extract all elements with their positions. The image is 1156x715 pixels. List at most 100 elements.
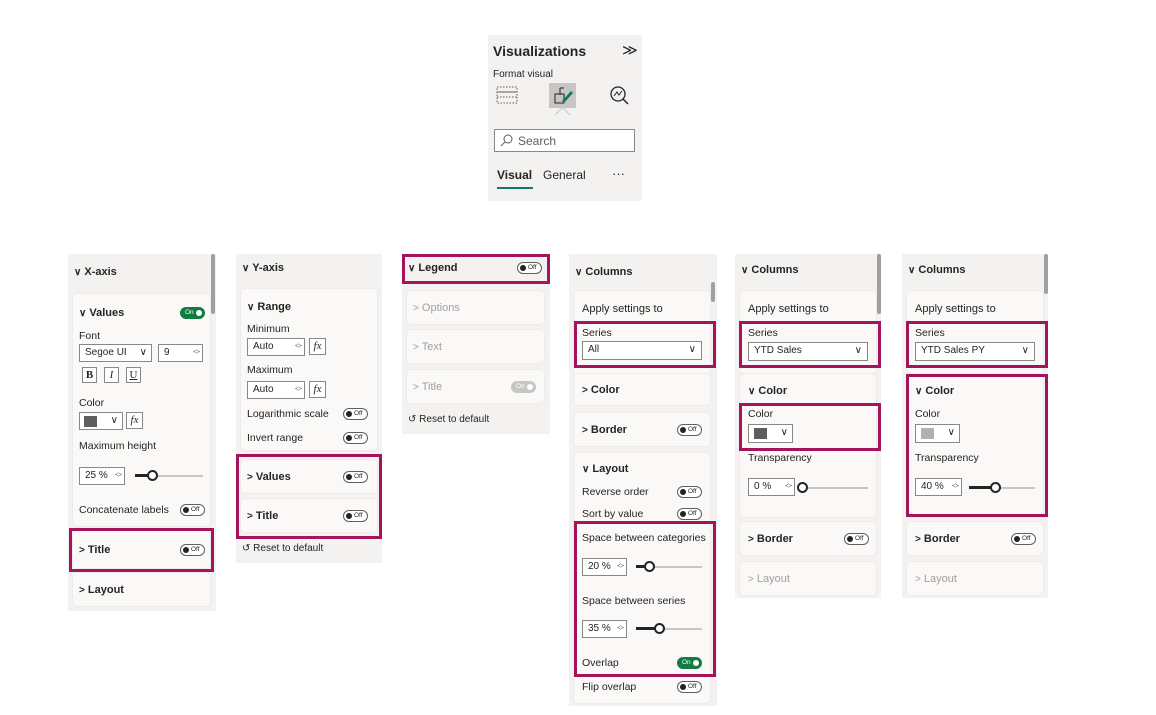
border-toggle[interactable]: Off xyxy=(677,424,702,436)
scrollbar[interactable] xyxy=(711,282,715,302)
log-scale-toggle[interactable]: Off xyxy=(343,408,368,420)
x-axis-header[interactable]: ∨ X-axis xyxy=(74,266,117,278)
transparency-label: Transparency xyxy=(748,452,812,464)
font-size-value: 9 xyxy=(164,347,170,358)
layout-card[interactable]: > Layout xyxy=(907,562,1043,595)
layout-card[interactable]: > Layout xyxy=(73,573,210,606)
font-size-stepper[interactable]: 9 ︿ ﹀ xyxy=(158,344,203,362)
border-card[interactable]: > Border Off xyxy=(574,413,710,446)
chevron-down-icon: ∨ xyxy=(748,386,756,397)
reset-to-default-link[interactable]: ↺ Reset to default xyxy=(242,543,323,554)
max-height-slider-thumb[interactable] xyxy=(147,470,158,481)
border-card[interactable]: > Border Off xyxy=(907,522,1043,555)
format-paintbrush-icon[interactable] xyxy=(549,83,576,108)
maximum-value: Auto xyxy=(253,384,274,395)
columns-header[interactable]: ∨ Columns xyxy=(908,264,965,276)
format-visual-label: Format visual xyxy=(493,69,554,80)
series-dropdown[interactable]: All ∨ xyxy=(582,341,702,360)
columns-header[interactable]: ∨ Columns xyxy=(741,264,798,276)
more-options-button[interactable]: ··· xyxy=(612,166,625,181)
chevron-right-icon: > xyxy=(582,425,588,436)
chevron-down-icon: ∨ xyxy=(688,344,696,355)
color-section-header[interactable]: ∨ Color xyxy=(748,385,787,397)
text-card[interactable]: > Text xyxy=(407,330,544,363)
space-categories-slider-thumb[interactable] xyxy=(644,561,655,572)
reverse-order-toggle[interactable]: Off xyxy=(677,486,702,498)
scrollbar[interactable] xyxy=(1044,254,1048,294)
border-card[interactable]: > Border Off xyxy=(740,522,876,555)
title-card[interactable]: > Title Off xyxy=(73,531,210,568)
scrollbar[interactable] xyxy=(877,254,881,314)
overlap-toggle[interactable]: On xyxy=(677,657,702,669)
transparency-slider-track[interactable] xyxy=(802,487,868,489)
title-card[interactable]: > Title Off xyxy=(241,499,377,532)
max-height-stepper[interactable]: 25 % ︿ ﹀ xyxy=(79,467,125,485)
minimum-fx-button[interactable]: fx xyxy=(309,338,326,355)
sort-by-value-label: Sort by value xyxy=(582,508,644,520)
toggle-text: Off xyxy=(688,488,697,495)
search-input[interactable]: Search xyxy=(494,129,635,152)
series-dropdown[interactable]: YTD Sales PY ∨ xyxy=(915,342,1035,361)
space-categories-stepper[interactable]: 20 % ︿ ﹀ xyxy=(582,558,627,576)
series-dropdown[interactable]: YTD Sales ∨ xyxy=(748,342,868,361)
values-toggle[interactable]: On xyxy=(180,307,205,319)
chevron-down-icon: ∨ xyxy=(947,427,955,438)
transparency-slider-thumb[interactable] xyxy=(797,482,808,493)
underline-button[interactable]: U xyxy=(126,367,141,383)
space-series-slider-thumb[interactable] xyxy=(654,623,665,634)
y-axis-header[interactable]: ∨ Y-axis xyxy=(242,262,284,274)
bold-button[interactable]: B xyxy=(82,367,97,383)
layout-header[interactable]: ∨ Layout xyxy=(582,463,628,475)
transparency-slider-thumb[interactable] xyxy=(990,482,1001,493)
pane-title: Visualizations xyxy=(493,43,587,59)
color-picker[interactable]: ∨ xyxy=(915,424,960,443)
title-toggle[interactable]: Off xyxy=(180,544,205,556)
reset-to-default-link[interactable]: ↺ Reset to default xyxy=(408,414,489,425)
expand-pane-button[interactable]: ≫ xyxy=(622,41,638,59)
flip-overlap-toggle[interactable]: Off xyxy=(677,681,702,693)
values-toggle[interactable]: Off xyxy=(343,471,368,483)
tab-visual[interactable]: Visual xyxy=(497,168,532,182)
color-section-header[interactable]: ∨ Color xyxy=(915,385,954,397)
border-toggle[interactable]: Off xyxy=(844,533,869,545)
font-family-dropdown[interactable]: Segoe UI ∨ xyxy=(79,344,152,362)
transparency-stepper[interactable]: 40 % ︿ ﹀ xyxy=(915,478,962,496)
color-picker[interactable]: ∨ xyxy=(748,424,793,443)
space-series-stepper[interactable]: 35 % ︿ ﹀ xyxy=(582,620,627,638)
border-toggle[interactable]: Off xyxy=(1011,533,1036,545)
maximum-input[interactable]: Auto ︿ ﹀ xyxy=(247,381,305,399)
title-toggle[interactable]: On xyxy=(511,381,536,393)
minimum-label: Minimum xyxy=(247,323,290,335)
color-picker[interactable]: ∨ xyxy=(79,412,123,430)
tab-general[interactable]: General xyxy=(543,168,586,182)
spin-arrows-icon: ︿ ﹀ xyxy=(617,560,624,573)
transparency-stepper[interactable]: 0 % ︿ ﹀ xyxy=(748,478,795,496)
concatenate-labels-toggle[interactable]: Off xyxy=(180,504,205,516)
sort-by-value-toggle[interactable]: Off xyxy=(677,508,702,520)
title-toggle[interactable]: Off xyxy=(343,510,368,522)
legend-toggle[interactable]: Off xyxy=(517,262,542,274)
options-card[interactable]: > Options xyxy=(407,291,544,324)
invert-range-toggle[interactable]: Off xyxy=(343,432,368,444)
columns-header[interactable]: ∨ Columns xyxy=(575,266,632,278)
color-swatch xyxy=(754,428,767,439)
layout-card[interactable]: > Layout xyxy=(740,562,876,595)
series-card: Apply settings to Series YTD Sales PY ∨ xyxy=(907,291,1043,373)
title-card[interactable]: > Title On xyxy=(407,370,544,403)
maximum-fx-button[interactable]: fx xyxy=(309,381,326,398)
scrollbar[interactable] xyxy=(211,254,215,314)
border-header-label: Border xyxy=(590,424,627,436)
values-header[interactable]: ∨ Values xyxy=(79,307,124,319)
range-header[interactable]: ∨ Range xyxy=(247,301,291,313)
analytics-magnifier-icon[interactable] xyxy=(609,85,631,105)
minimum-input[interactable]: Auto ︿ ﹀ xyxy=(247,338,305,356)
legend-header[interactable]: ∨ Legend xyxy=(408,262,458,274)
italic-button[interactable]: I xyxy=(104,367,119,383)
overlap-label: Overlap xyxy=(582,657,619,669)
build-visual-icon[interactable] xyxy=(496,86,518,104)
spin-arrows-icon: ︿ ﹀ xyxy=(193,346,200,359)
values-card[interactable]: > Values Off xyxy=(241,460,377,493)
conditional-format-fx-button[interactable]: fx xyxy=(126,412,143,429)
values-header-label: Values xyxy=(255,471,291,483)
color-card[interactable]: > Color xyxy=(574,374,710,405)
